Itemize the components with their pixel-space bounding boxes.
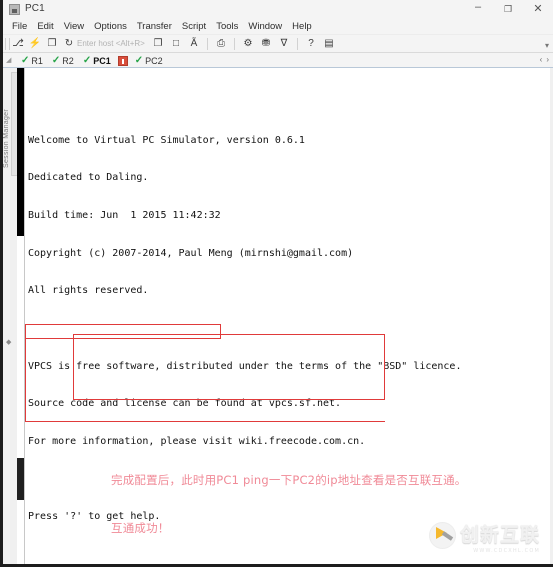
session-manager-rail[interactable]: Session Manager ◆ (3, 68, 18, 564)
check-icon: ✓ (51, 54, 61, 66)
toolbar: ⎇ ⚡ ❐ ↻ Enter host <Alt+R> ❐ □ A͂ ⎙ ⚙ ⛃ … (3, 35, 553, 53)
title-bar: PC1 – ❐ ✕ (3, 0, 553, 20)
watermark-subtext: WWW.CDCXHL.COM (473, 548, 540, 554)
terminal-line: Source code and license can be found at … (28, 398, 342, 410)
menu-item-help[interactable]: Help (287, 20, 317, 34)
toolbar-divider (207, 38, 208, 50)
terminal-line: Welcome to Virtual PC Simulator, version… (28, 134, 305, 146)
tab-scroll-controls: ‹ › (540, 55, 549, 64)
watermark-text: 创新互联 (459, 523, 540, 546)
annotation-line-2: 互通成功！ (111, 521, 170, 535)
toolbar-grip[interactable] (5, 38, 10, 50)
menu-item-tools[interactable]: Tools (211, 20, 243, 34)
toolbar-divider (297, 38, 298, 50)
window-title: PC1 (25, 3, 45, 14)
window-controls: – ❐ ✕ (463, 0, 553, 19)
reconnect-icon[interactable]: ↻ (62, 37, 76, 51)
tab-label: PC2 (145, 55, 163, 66)
menu-item-edit[interactable]: Edit (32, 20, 58, 34)
tab-label: R1 (31, 55, 43, 66)
menu-item-options[interactable]: Options (89, 20, 132, 34)
minimize-icon: – (474, 1, 482, 13)
check-icon: ✓ (134, 54, 144, 66)
annotation-text: 完成配置后，此时用PC1 ping一下PC2的ip地址查看是否互联互通。 互通成… (111, 440, 467, 564)
session-options-icon[interactable]: ⚙ (241, 37, 255, 51)
find-icon[interactable]: A͂ (187, 37, 201, 51)
scrollbar-thumb[interactable] (17, 68, 24, 236)
terminal-line: Copyright (c) 2007-2014, Paul Meng (mirn… (28, 247, 354, 259)
menu-item-transfer[interactable]: Transfer (132, 20, 177, 34)
menu-item-view[interactable]: View (59, 20, 89, 34)
filter-icon[interactable]: ∇ (277, 37, 291, 51)
toolbar-left-group: ⎇ ⚡ ❐ ↻ (11, 37, 76, 51)
cx-circle-logo (428, 521, 456, 549)
toolbar-right-group: ❐ □ A͂ ⎙ ⚙ ⛃ ∇ ? ▤ (151, 37, 336, 51)
maximize-button[interactable]: ❐ (493, 0, 523, 19)
pin-icon[interactable]: ◆ (6, 338, 11, 346)
copy-icon[interactable]: ❐ (151, 37, 165, 51)
log-session-icon[interactable]: ⛃ (259, 37, 273, 51)
session-tab-bar: ◢ ✓ R1 ✓ R2 ✓ PC1 ✓ PC2 ‹ › (3, 53, 553, 68)
check-icon: ✓ (82, 54, 92, 66)
quick-connect-icon[interactable]: ⚡ (28, 37, 42, 51)
about-icon[interactable]: ▤ (322, 37, 336, 51)
watermark: 创新互联 (428, 520, 540, 550)
terminal-line: VPCS is free software, distributed under… (28, 360, 462, 372)
scrollbar-thumb-lower[interactable] (17, 458, 24, 500)
menu-item-script[interactable]: Script (177, 20, 211, 34)
terminal-line: Dedicated to Daling. (28, 172, 149, 184)
toolbar-overflow-icon[interactable]: ▾ (545, 41, 549, 50)
terminal-pane[interactable]: Welcome to Virtual PC Simulator, version… (24, 68, 550, 564)
terminal-line: Build time: Jun 1 2015 11:42:32 (28, 210, 221, 222)
enter-host-input[interactable]: Enter host <Alt+R> (77, 39, 145, 48)
clone-session-icon[interactable]: ❐ (45, 37, 59, 51)
tab-scroll-right-icon[interactable]: › (546, 55, 549, 64)
terminal-window-icon (9, 4, 20, 15)
print-icon[interactable]: ⎙ (214, 37, 228, 51)
securecrt-window: PC1 – ❐ ✕ File Edit View Options Transfe… (0, 0, 553, 567)
minimize-button[interactable]: – (463, 0, 493, 19)
tab-r2[interactable]: ✓ R2 (48, 54, 78, 68)
menu-bar: File Edit View Options Transfer Script T… (3, 19, 553, 35)
close-icon: ✕ (533, 3, 543, 15)
terminal-line: All rights reserved. (28, 285, 149, 297)
connect-icon[interactable]: ⎇ (11, 37, 25, 51)
menu-item-window[interactable]: Window (243, 20, 287, 34)
check-icon: ✓ (21, 54, 30, 66)
maximize-icon: ❐ (503, 4, 513, 14)
tab-list: ✓ R1 ✓ R2 ✓ PC1 ✓ PC2 (17, 53, 167, 68)
tab-label: PC1 (93, 55, 111, 66)
session-manager-label: Session Manager (3, 109, 10, 168)
close-button[interactable]: ✕ (523, 0, 553, 19)
tab-pc1[interactable]: ✓ PC1 (79, 54, 115, 68)
tab-pc2[interactable]: ✓ PC2 (131, 54, 167, 68)
tab-r1[interactable]: ✓ R1 (17, 54, 47, 68)
red-session-icon[interactable] (117, 55, 128, 66)
tabbar-grip-icon[interactable]: ◢ (6, 56, 11, 64)
paste-icon[interactable]: □ (169, 37, 183, 51)
tab-scroll-left-icon[interactable]: ‹ (540, 55, 543, 64)
annotation-line-1: 完成配置后，此时用PC1 ping一下PC2的ip地址查看是否互联互通。 (111, 473, 467, 487)
help-icon[interactable]: ? (304, 37, 318, 51)
toolbar-divider (234, 38, 235, 50)
tab-label: R2 (62, 55, 74, 66)
menu-item-file[interactable]: File (7, 20, 32, 34)
